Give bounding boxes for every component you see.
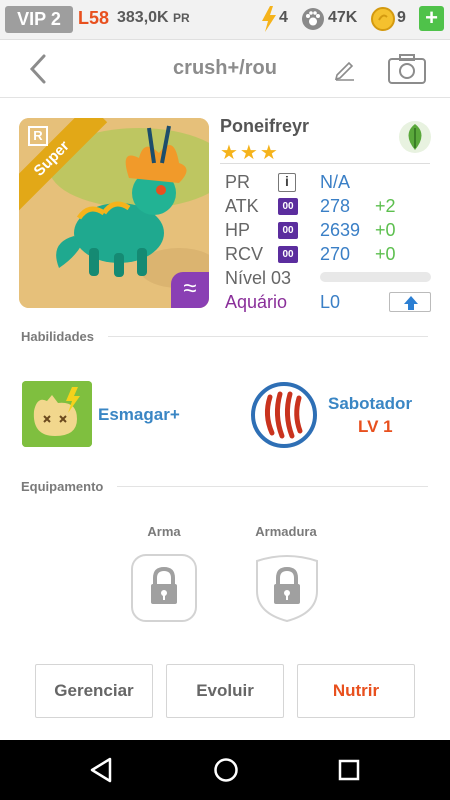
feed-button[interactable]: Nutrir: [297, 664, 415, 718]
player-level: L58: [78, 8, 110, 28]
nav-home-icon[interactable]: [213, 757, 239, 783]
manage-button[interactable]: Gerenciar: [35, 664, 153, 718]
name-divider: [220, 163, 430, 164]
skill2-name[interactable]: Sabotador: [328, 394, 412, 414]
camera-icon[interactable]: [388, 54, 426, 84]
stat-row-pr: PR i N/A: [225, 172, 425, 194]
abilities-title: Habilidades: [21, 329, 94, 344]
equipment-title: Equipamento: [21, 479, 104, 494]
vip-badge[interactable]: VIP 2: [5, 6, 73, 33]
level-row: Nível 03: [225, 268, 320, 290]
aquario-label: Aquário: [225, 292, 288, 312]
stat-label: PR: [225, 172, 251, 192]
armor-label: Armadura: [255, 524, 317, 539]
nav-recent-apps-icon[interactable]: [338, 759, 360, 781]
top-status-bar: VIP 2 L58 383,0K PR 4 47K 9 +: [0, 0, 450, 40]
player-power: 383,0K PR: [117, 9, 190, 27]
star-rating: ★★★: [220, 142, 280, 164]
monster-name: Poneifreyr: [220, 116, 310, 136]
paw-food-icon: [302, 8, 324, 30]
monster-nickname: crush+/rou: [173, 57, 277, 79]
coin-icon: [371, 7, 395, 31]
arrow-up-icon: [404, 296, 418, 310]
armor-slot-locked[interactable]: [253, 553, 321, 623]
stat-row-hp: HP 00 2639 +0: [225, 220, 425, 242]
monster-portrait-card[interactable]: R Super ≈: [19, 118, 209, 308]
energy-count: 4: [279, 9, 288, 26]
power-value: 383,0K: [117, 9, 169, 26]
food-count: 47K: [328, 9, 358, 26]
stat-label: RCV: [225, 244, 264, 264]
stat-row-atk: ATK 00 278 +2: [225, 196, 425, 218]
aquario-value: L0: [320, 292, 341, 312]
equipment-divider: [117, 486, 428, 487]
energy-bolt-icon: [262, 6, 276, 32]
system-nav-bar: [0, 740, 450, 800]
stat-label: ATK: [225, 196, 259, 216]
info-icon[interactable]: i: [278, 173, 296, 192]
abilities-divider: [108, 336, 428, 337]
rarity-icon: R: [28, 126, 48, 146]
weapon-label: Arma: [147, 524, 181, 539]
stat-bonus: +0: [375, 244, 396, 264]
aquario-row: Aquário L0: [225, 292, 385, 314]
stat-value: 2639: [320, 220, 361, 240]
skill1-name[interactable]: Esmagar+: [98, 405, 180, 425]
power-suffix: PR: [173, 11, 190, 25]
nav-back-icon[interactable]: [88, 757, 114, 783]
coin-count: 9: [397, 9, 406, 26]
evolve-button[interactable]: Evoluir: [166, 664, 284, 718]
skill2-level: LV 1: [358, 417, 393, 436]
stat-badge-icon: 00: [278, 222, 298, 239]
weapon-slot-locked[interactable]: [130, 553, 198, 623]
stat-badge-icon: 00: [278, 198, 298, 215]
stat-badge-icon: 00: [278, 246, 298, 263]
esmagar-skill-icon[interactable]: [22, 381, 92, 447]
monster-header: crush+/rou: [0, 40, 450, 98]
leaf-icon[interactable]: [398, 120, 432, 154]
add-currency-button[interactable]: +: [419, 6, 444, 31]
stat-bonus: +2: [375, 196, 396, 216]
water-wave-icon: ≈: [171, 272, 209, 308]
stat-label: HP: [225, 220, 251, 240]
claw-scratch-icon[interactable]: [250, 381, 318, 449]
level-label: Nível 03: [225, 268, 292, 288]
stat-value: 278: [320, 196, 351, 216]
stat-row-rcv: RCV 00 270 +0: [225, 244, 425, 266]
edit-pencil-icon[interactable]: [333, 57, 357, 81]
xp-progress-bar: [320, 272, 431, 282]
stat-value: 270: [320, 244, 351, 264]
stat-value: N/A: [320, 172, 351, 192]
stat-bonus: +0: [375, 220, 396, 240]
aquario-upgrade-button[interactable]: [389, 292, 431, 312]
